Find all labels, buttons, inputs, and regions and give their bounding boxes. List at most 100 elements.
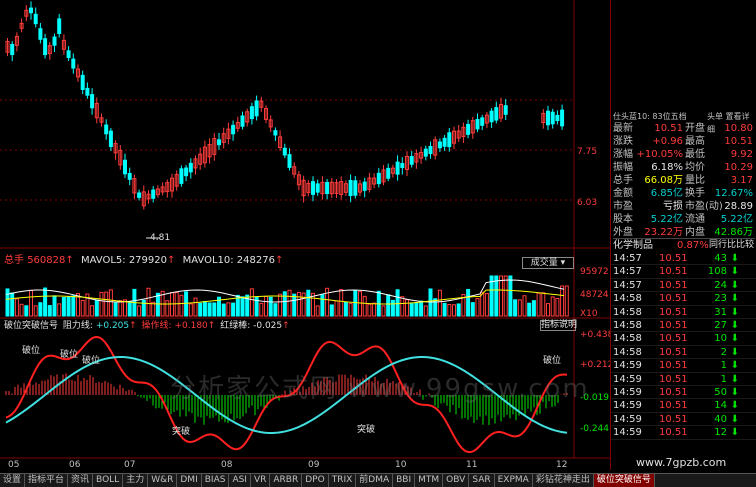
chart-area[interactable]: 7.75 6.03 4.81 总手 560828↑ MAVOL5: 279920… — [0, 0, 613, 470]
quote-label: 最高 — [685, 136, 705, 147]
quote-label: 振幅 — [613, 162, 633, 173]
tab-item[interactable]: ARBR — [270, 474, 303, 487]
volume-bar — [278, 293, 283, 317]
tab-item[interactable]: BOLL — [93, 474, 124, 487]
candle-body — [447, 132, 452, 148]
tab-item[interactable]: MTM — [415, 474, 444, 487]
volume-bar — [531, 300, 536, 317]
tab-item[interactable]: 资讯 — [68, 474, 94, 487]
volume-bar — [560, 285, 565, 317]
volume-bar — [522, 295, 527, 317]
volume-bar — [564, 285, 569, 317]
arrow-down-icon: ⬇ — [730, 360, 739, 372]
arrow-down-icon: ⬇ — [730, 306, 739, 318]
tab-item[interactable]: ASI — [229, 474, 251, 487]
candle-body — [480, 117, 485, 126]
volume-bar — [508, 275, 513, 317]
quote-value: 10.29 — [724, 162, 753, 173]
tab-item[interactable]: EXPMA — [495, 474, 533, 487]
tab-item[interactable]: 前DMA — [356, 474, 394, 487]
volume-bar — [221, 303, 226, 317]
signal-label: 破位 — [60, 350, 79, 360]
date-label: 06 — [69, 460, 81, 470]
volume-bar — [536, 292, 541, 317]
volume-bar — [343, 301, 348, 317]
tab-item[interactable]: 彩钻花神走出 — [533, 474, 594, 487]
tick-price: 10.51 — [659, 266, 688, 278]
quote-row: 振幅 6.18% 均价 10.29 — [613, 161, 755, 174]
mavol5-label: MAVOL5: — [80, 255, 126, 266]
watermark: 分析家公式网 www.99gsw.com — [170, 374, 590, 404]
date-label: 05 — [8, 460, 20, 470]
quote-value: +0.96 — [652, 136, 683, 147]
quote-value: 9.92 — [730, 149, 753, 160]
tab-item[interactable]: 破位突破信号 — [593, 474, 655, 487]
tab-item[interactable]: 指标平台 — [25, 474, 69, 487]
quote-value: 6.85亿 — [650, 188, 683, 199]
volume-bar — [5, 288, 10, 317]
tick-price: 10.51 — [659, 360, 688, 372]
candle-body — [503, 105, 508, 115]
candle-body — [287, 154, 292, 168]
tick-row: 14:58 10.51 2 ⬇ — [611, 346, 756, 360]
tab-item[interactable]: BBI — [393, 474, 416, 487]
quote-label: 涨幅 — [613, 149, 633, 160]
arrow-down-icon: ⬇ — [730, 400, 739, 412]
tick-price: 10.51 — [659, 413, 688, 425]
volume-bar — [19, 303, 24, 317]
candle-body — [57, 18, 62, 34]
candle-body — [273, 130, 278, 136]
tab-item[interactable]: DPO — [302, 474, 329, 487]
tick-volume: 23 — [714, 293, 727, 305]
volume-bar — [33, 305, 38, 317]
resistance-value: +0.205 — [95, 321, 130, 331]
tick-row: 14:59 10.51 1 ⬇ — [611, 373, 756, 386]
volume-bar — [14, 298, 19, 317]
redgreen-value: -0.025 — [253, 321, 283, 331]
tick-row: 14:57 10.51 43 ⬇ — [611, 252, 756, 266]
volume-bar — [475, 298, 480, 317]
tick-volume: 31 — [714, 306, 727, 318]
mavol10-label: MAVOL10: — [182, 255, 234, 266]
tab-item[interactable]: OBV — [443, 474, 470, 487]
tab-item[interactable]: VR — [251, 474, 271, 487]
arrow-down-icon: ⬇ — [730, 333, 739, 345]
volume-bar — [212, 302, 217, 317]
tab-item[interactable]: SAR — [469, 474, 495, 487]
quote-label: 开盘 — [685, 123, 705, 134]
candle-body — [315, 183, 320, 193]
quote-label: 市盈(动) — [685, 201, 723, 212]
site-watermark: www.7gpzb.com — [636, 456, 727, 469]
volume-bar — [127, 301, 132, 317]
indicator-tab-bar[interactable]: 设置 指标平台 资讯 BOLL 主力 W&R DMI BIAS ASI VR ARBR DPO TRIX… — [0, 473, 756, 487]
tick-time: 14:59 — [613, 400, 642, 412]
candle-body — [348, 179, 353, 197]
tab-item[interactable]: DMI — [177, 474, 202, 487]
candle-body — [249, 106, 254, 120]
peer-compare-button[interactable]: 同行比比较 — [709, 239, 754, 252]
volume-bar — [259, 302, 264, 317]
quote-label: 金额 — [613, 188, 633, 199]
candle-body — [10, 44, 15, 56]
tab-item[interactable]: 设置 — [0, 474, 26, 487]
candle-body — [555, 114, 560, 122]
tick-volume: 2 — [720, 346, 727, 358]
candle-body — [282, 147, 287, 156]
indicator-help-button[interactable]: 指标说明 — [540, 320, 577, 331]
quote-label: 股本 — [613, 214, 633, 225]
candle-body — [325, 181, 330, 195]
volume-dropdown-button[interactable]: 成交量 ▾ — [522, 257, 574, 269]
quote-panel: 仕头蓝10: 83位五档 头单 置看详细 最新 10.51 开盘 10.80 涨跌 +0.… — [610, 0, 756, 470]
candle-body — [376, 172, 381, 185]
tab-item[interactable]: TRIX — [329, 474, 357, 487]
tab-item[interactable]: BIAS — [202, 474, 230, 487]
tick-row: 14:59 10.51 1 ⬇ — [611, 359, 756, 373]
volume-bar — [358, 291, 362, 317]
tab-item[interactable]: W&R — [148, 474, 178, 487]
tab-item[interactable]: 主力 — [123, 474, 149, 487]
candle-body — [33, 13, 38, 25]
mavol10-value: 248276 — [236, 255, 275, 266]
volume-bar — [466, 288, 471, 317]
volume-bar — [141, 299, 146, 317]
volume-bar — [433, 298, 438, 317]
